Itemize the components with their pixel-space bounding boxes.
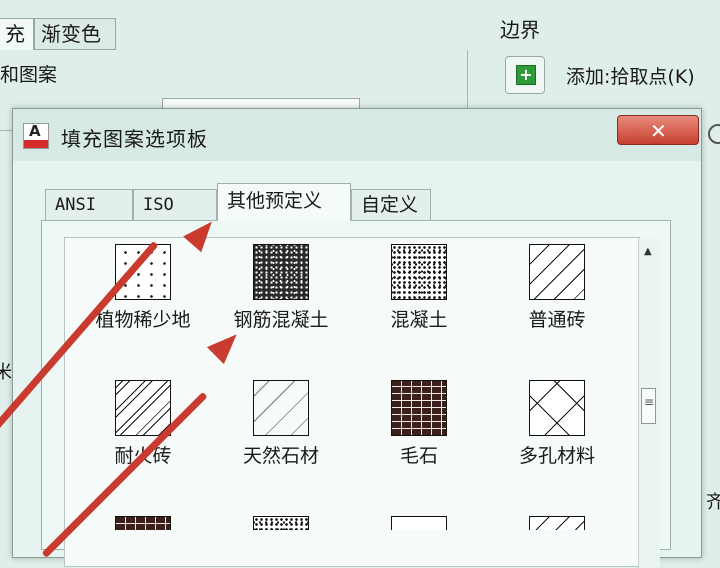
pattern-swatch: [253, 244, 309, 300]
dialog-title: 填充图案选项板: [61, 127, 208, 151]
pattern-item[interactable]: 天然石材: [211, 380, 351, 468]
tab-custom[interactable]: 自定义: [351, 189, 431, 221]
pattern-label: 钢筋混凝土: [233, 309, 329, 331]
pattern-swatch: [115, 380, 171, 436]
plus-icon: +: [516, 65, 536, 85]
background-side-text: 米: [0, 362, 12, 383]
pattern-swatch: [253, 516, 309, 530]
scroll-thumb[interactable]: ≡: [641, 388, 656, 424]
pattern-swatch: [529, 380, 585, 436]
pattern-swatch: [529, 516, 585, 530]
pattern-label: 毛石: [399, 445, 438, 467]
radio-button[interactable]: [708, 124, 720, 144]
pattern-swatch: [391, 244, 447, 300]
hatch-pattern-palette-dialog: A 填充图案选项板 ✕ ANSI ISO 其他预定义 自定义 植物稀少地 钢筋混…: [12, 108, 702, 568]
close-button[interactable]: ✕: [617, 115, 699, 145]
pattern-swatch: [391, 516, 447, 530]
close-icon: ✕: [650, 119, 667, 143]
pattern-item[interactable]: 多孔材料: [487, 380, 627, 468]
boundary-label: 边界: [500, 18, 540, 42]
scroll-up-arrow-icon[interactable]: ▲: [644, 246, 652, 257]
tab-other-predefined[interactable]: 其他预定义: [217, 183, 351, 221]
pattern-label: 天然石材: [242, 445, 319, 467]
vertical-scrollbar[interactable]: ▲ ≡: [638, 238, 660, 568]
pattern-grid[interactable]: 植物稀少地 钢筋混凝土 混凝土 普通砖 耐火砖 天然石材: [64, 237, 660, 568]
pattern-swatch: [253, 380, 309, 436]
background-side-text: 齐: [706, 492, 720, 513]
pattern-item[interactable]: [349, 516, 489, 530]
tab-gradient[interactable]: 渐变色: [34, 18, 116, 50]
pattern-swatch: [529, 244, 585, 300]
autocad-app-icon: A: [23, 122, 49, 149]
pattern-label: 多孔材料: [518, 445, 595, 467]
add-pick-point-button[interactable]: +: [505, 56, 545, 94]
tab-fill[interactable]: 充: [0, 18, 34, 50]
pattern-item[interactable]: 普通砖: [487, 244, 627, 332]
title-bar[interactable]: A 填充图案选项板 ✕: [13, 109, 701, 161]
pattern-item[interactable]: 毛石: [349, 380, 489, 468]
add-pick-point-label: 添加:拾取点(K): [566, 66, 695, 88]
pattern-item[interactable]: [73, 516, 213, 530]
pattern-swatch: [391, 380, 447, 436]
pattern-item[interactable]: [487, 516, 627, 530]
type-and-pattern-label: 和图案: [0, 64, 58, 86]
pattern-label: 普通砖: [528, 309, 586, 331]
pattern-item[interactable]: 钢筋混凝土: [211, 244, 351, 332]
pattern-item[interactable]: 混凝土: [349, 244, 489, 332]
pattern-swatch: [115, 516, 171, 530]
pattern-item[interactable]: [211, 516, 351, 530]
pattern-label: 混凝土: [390, 309, 448, 331]
tab-ansi[interactable]: ANSI: [45, 189, 133, 221]
